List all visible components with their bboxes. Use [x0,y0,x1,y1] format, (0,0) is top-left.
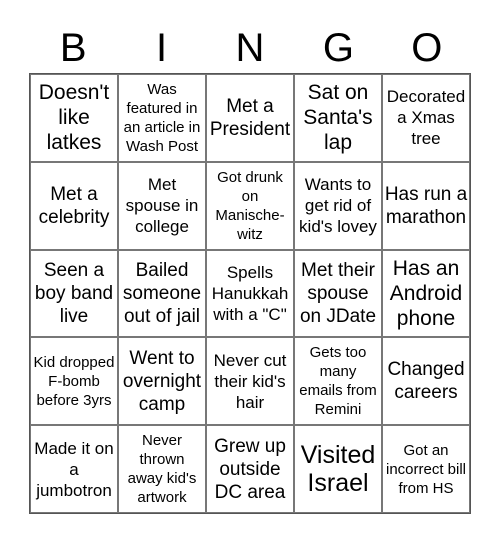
bingo-cell[interactable]: Never cut their kid's hair [206,337,294,426]
bingo-cell[interactable]: Wants to get rid of kid's lovey [294,161,382,250]
bingo-cell[interactable]: Met a President [206,74,294,162]
header-letter-n: N [235,26,265,70]
bingo-cell[interactable]: Has an Android phone [382,249,470,338]
bingo-cell[interactable]: Visited Israel [294,425,382,513]
bingo-cell[interactable]: Has run a marathon [382,161,470,250]
cell-text: Bailed someone out of jail [122,259,202,327]
bingo-cell[interactable]: Grew up outside DC area [206,425,294,513]
bingo-header: B I N G O [29,24,471,72]
cell-text: Met a President [209,95,291,140]
cell-text: Met spouse in college [125,175,199,237]
cell-text: Changed careers [387,359,465,404]
bingo-cell[interactable]: Met their spouse on JDate [294,249,382,338]
bingo-cell[interactable]: Got an incorrect bill from HS [382,425,470,513]
bingo-cell[interactable]: Spells Hanukkah with a "C" [206,249,294,338]
bingo-cell[interactable]: Met a celebrity [30,161,118,250]
cell-text: Met their spouse on JDate [299,259,377,327]
cell-text: Has an Android phone [389,256,463,330]
header-letter-g: G [322,26,354,70]
bingo-cell[interactable]: Met spouse in college [118,161,206,250]
bingo-cell[interactable]: Gets too many emails from Remini [294,337,382,426]
cell-text: Was featured in an article in Wash Post [123,80,201,155]
cell-text: Never cut their kid's hair [213,350,287,412]
bingo-cell[interactable]: Made it on a jumbotron [30,425,118,513]
bingo-cell[interactable]: Doesn't like latkes [30,74,118,162]
bingo-cell[interactable]: Bailed someone out of jail [118,249,206,338]
cell-text: Gets too many emails from Remini [299,344,377,419]
cell-text: Grew up outside DC area [214,435,286,503]
cell-text: Decorated a Xmas tree [386,87,466,149]
cell-text: Visited Israel [300,441,376,498]
cell-text: Spells Hanukkah with a "C" [211,262,289,324]
bingo-cell[interactable]: Was featured in an article in Wash Post [118,74,206,162]
bingo-cell[interactable]: Decorated a Xmas tree [382,74,470,162]
bingo-cell[interactable]: Changed careers [382,337,470,426]
header-letter-o: O [411,26,443,70]
header-letter-b: B [59,26,87,70]
cell-text: Kid dropped F-bomb before 3yrs [33,353,115,409]
bingo-cell[interactable]: Seen a boy band live [30,249,118,338]
header-letter-i: I [156,26,168,70]
cell-text: Got an incorrect bill from HS [385,441,467,497]
bingo-cell[interactable]: Got drunk on Manische-witz [206,161,294,250]
cell-text: Went to overnight camp [122,347,202,415]
cell-text: Wants to get rid of kid's lovey [299,175,377,237]
cell-text: Has run a marathon [384,183,468,228]
cell-text: Doesn't like latkes [38,81,110,155]
cell-text: Met a celebrity [38,183,110,228]
cell-text: Seen a boy band live [34,259,114,327]
bingo-board: Doesn't like latkes Was featured in an a… [29,73,471,514]
cell-text: Made it on a jumbotron [34,438,114,500]
cell-text: Sat on Santa's lap [303,81,373,155]
bingo-cell[interactable]: Went to overnight camp [118,337,206,426]
bingo-cell[interactable]: Kid dropped F-bomb before 3yrs [30,337,118,426]
cell-text: Got drunk on Manische-witz [215,168,285,243]
bingo-cell[interactable]: Never thrown away kid's artwork [118,425,206,513]
bingo-cell[interactable]: Sat on Santa's lap [294,74,382,162]
cell-text: Never thrown away kid's artwork [127,432,197,507]
